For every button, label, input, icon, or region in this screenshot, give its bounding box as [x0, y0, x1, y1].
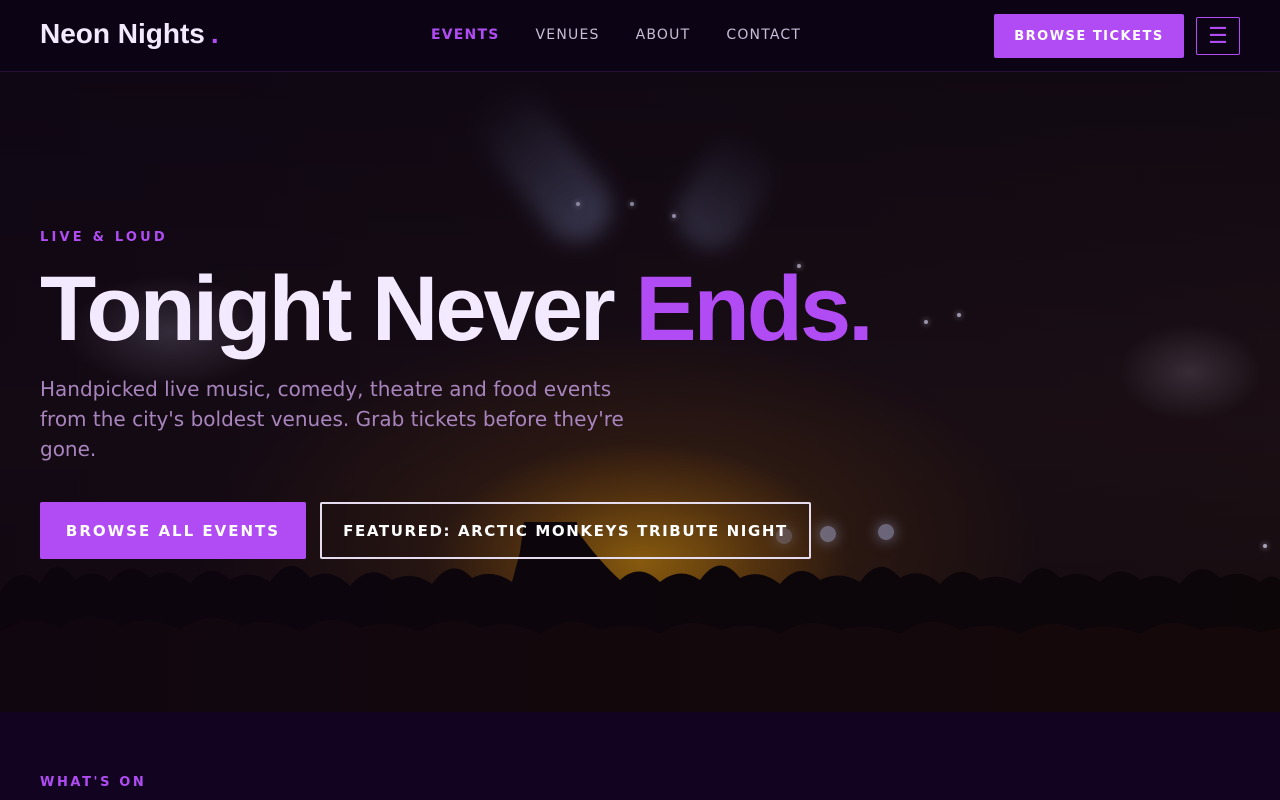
nav-link-about[interactable]: ABOUT [636, 27, 691, 43]
nav-link-events[interactable]: EVENTS [431, 27, 500, 43]
hero-subtitle: Handpicked live music, comedy, theatre a… [40, 377, 624, 461]
hamburger-menu-button[interactable]: ☰ [1196, 17, 1240, 55]
brand-name: Neon Nights [40, 18, 205, 49]
hero-title: Tonight Never Ends. [40, 258, 874, 360]
brand-logo[interactable]: Neon Nights. [40, 18, 219, 50]
hero-title-main: Tonight Never [40, 258, 636, 360]
hero-eyebrow: LIVE & LOUD [40, 230, 168, 245]
main-nav: EVENTS VENUES ABOUT CONTACT [431, 27, 801, 43]
hero-title-accent: Ends. [635, 258, 873, 360]
hamburger-menu-icon: ☰ [1208, 23, 1228, 48]
site-header: Neon Nights. EVENTS VENUES ABOUT CONTACT… [0, 0, 1280, 72]
nav-link-contact[interactable]: CONTACT [726, 27, 801, 43]
brand-dot: . [210, 18, 219, 49]
browse-all-events-button[interactable]: BROWSE ALL EVENTS [40, 502, 306, 559]
hero-section: LIVE & LOUD Tonight Never Ends. Handpick… [0, 72, 1280, 712]
whats-on-section: WHAT'S ON [0, 712, 1280, 800]
nav-link-venues[interactable]: VENUES [536, 27, 600, 43]
section-eyebrow: WHAT'S ON [40, 775, 147, 790]
featured-event-button[interactable]: FEATURED: ARCTIC MONKEYS TRIBUTE NIGHT [320, 502, 811, 559]
browse-tickets-button[interactable]: BROWSE TICKETS [994, 14, 1184, 58]
